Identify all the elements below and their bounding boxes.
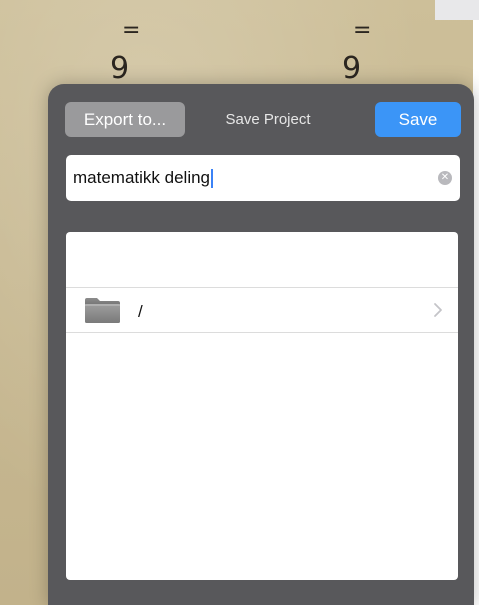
paper-mark-equals: = [353,18,372,43]
folder-browser: / [66,232,458,580]
browser-header [66,232,458,288]
project-name-field[interactable]: matematikk deling ✕ [66,155,460,201]
chevron-right-icon [434,303,442,317]
sheet-title: Save Project [225,111,311,128]
clear-circle-icon[interactable]: ✕ [438,171,452,185]
folder-row[interactable]: / [66,288,458,333]
folder-label: / [138,302,143,321]
corner-patch [435,0,479,20]
paper-mark-equals: = [122,18,141,43]
paper-mark-digit: 6 [342,48,362,83]
paper-mark-digit: 6 [110,48,130,83]
export-to-button[interactable]: Export to... [65,102,185,137]
project-name-value: matematikk deling [73,168,211,187]
sheet-toolbar: Export to... Save Project Save [48,84,474,154]
text-caret [211,168,214,188]
save-button[interactable]: Save [375,102,461,137]
folder-icon [85,298,120,323]
save-project-sheet: Export to... Save Project Save matematik… [48,84,474,607]
